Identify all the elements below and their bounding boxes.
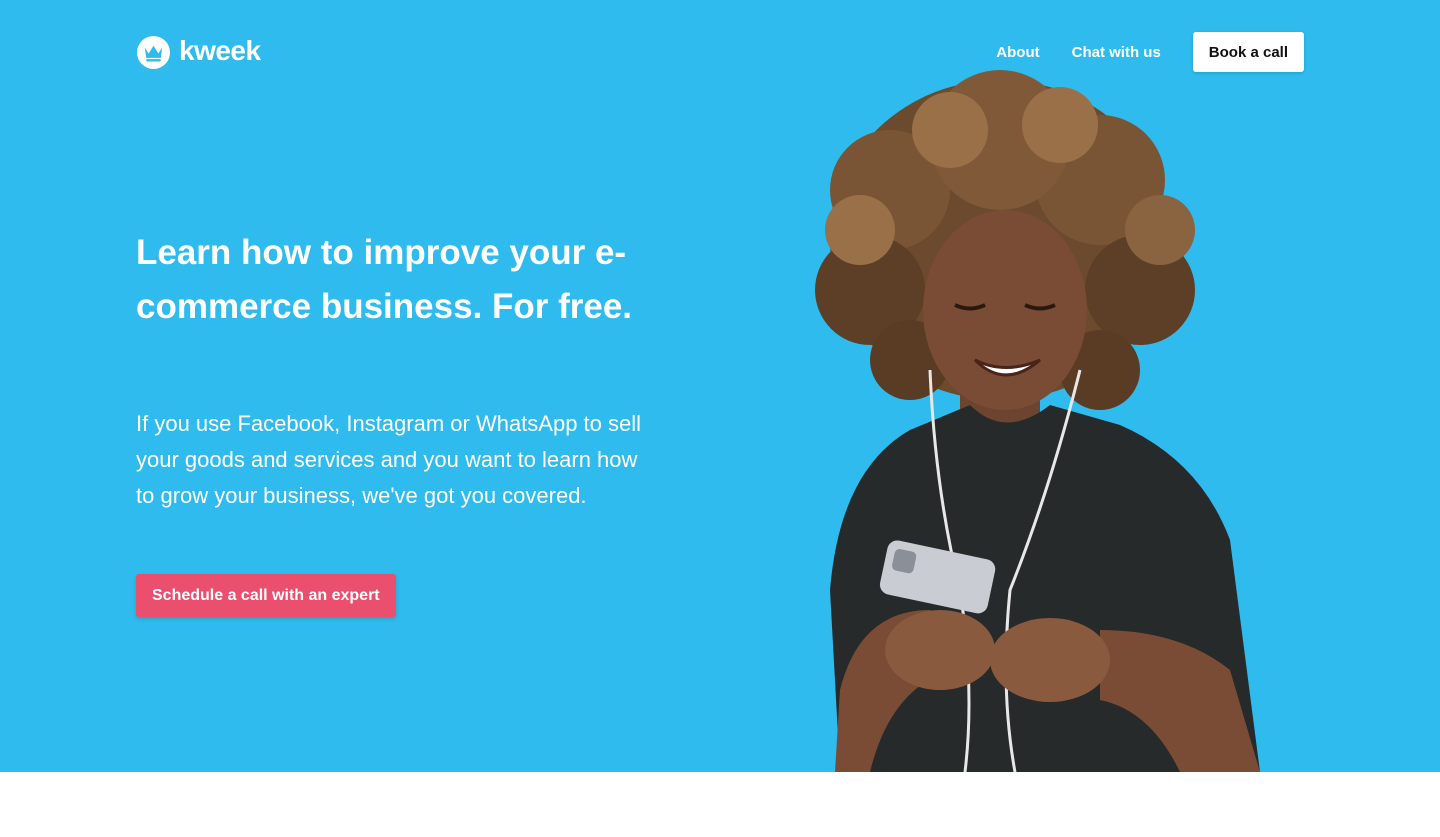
top-nav: About Chat with us Book a call <box>996 32 1304 72</box>
nav-link-chat[interactable]: Chat with us <box>1072 44 1161 61</box>
brand-name: kweek <box>179 34 261 66</box>
hero-subcopy: If you use Facebook, Instagram or WhatsA… <box>136 411 642 508</box>
nav-link-about[interactable]: About <box>996 44 1039 61</box>
hero-section: kweek About Chat with us Book a call Lea… <box>0 0 1440 772</box>
face-shape <box>923 210 1087 410</box>
book-call-button[interactable]: Book a call <box>1192 32 1304 72</box>
crown-icon <box>136 35 171 69</box>
below-hero-section <box>0 772 1440 837</box>
woman-with-phone-photo <box>815 70 1260 772</box>
hero-headline: Learn how to improve your e-commerce bus… <box>136 233 633 326</box>
schedule-call-button[interactable]: Schedule a call with an expert <box>136 574 396 617</box>
right-hand-shape <box>990 618 1110 702</box>
brand-logo[interactable]: kweek <box>136 34 261 70</box>
left-hand-shape <box>885 610 995 690</box>
